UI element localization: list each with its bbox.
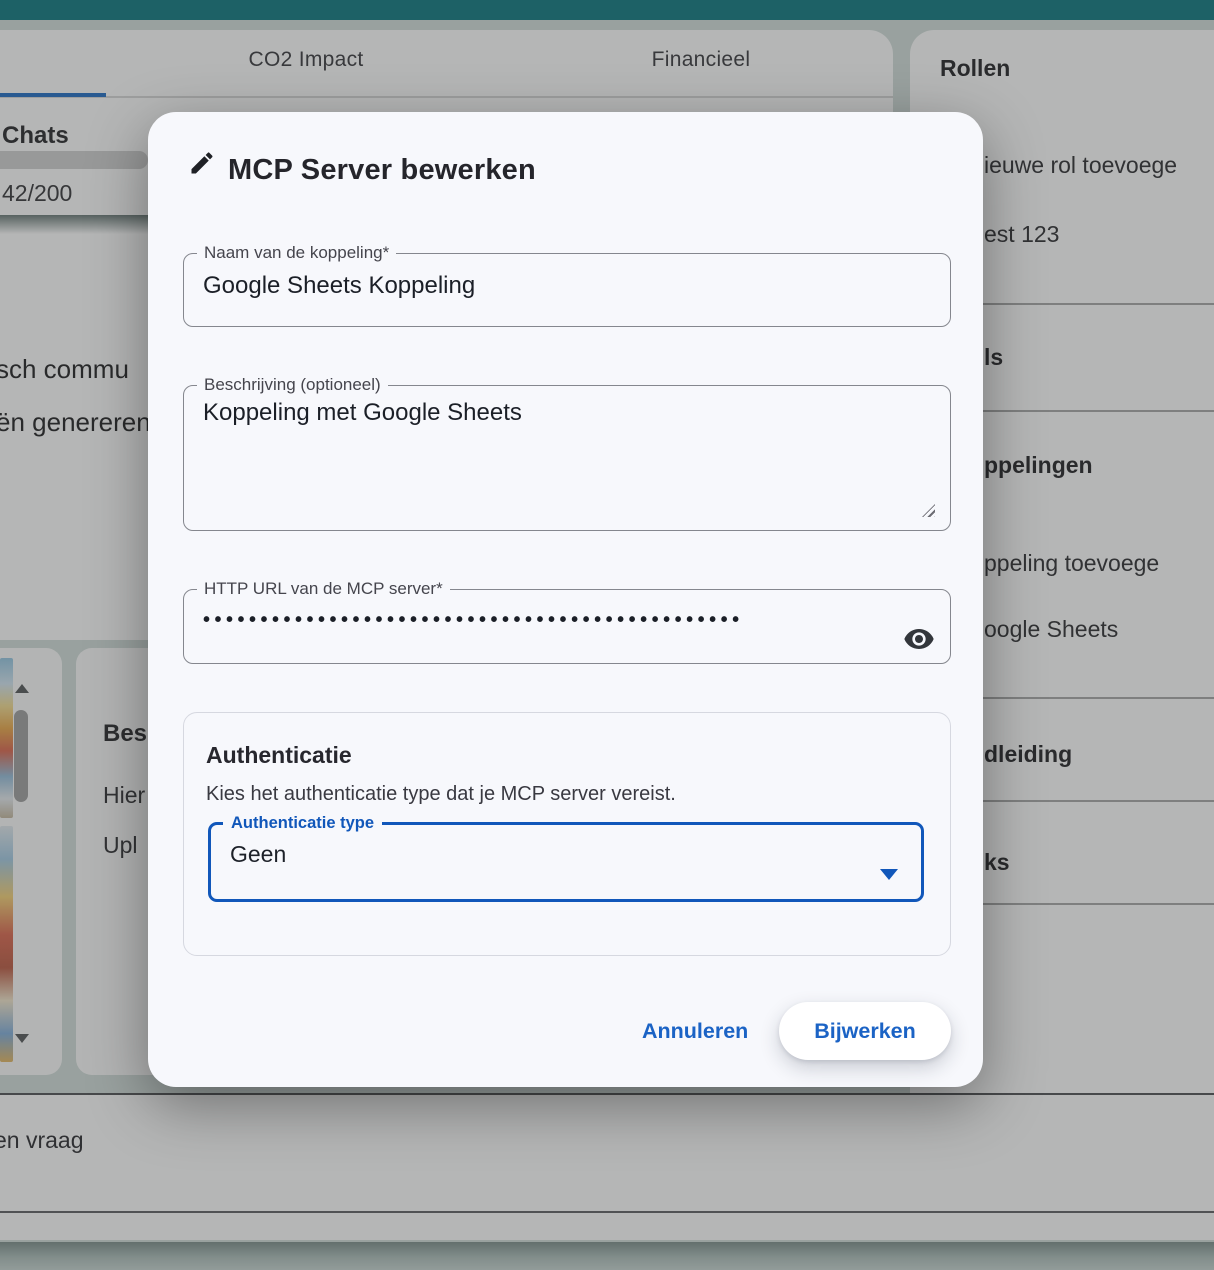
- update-button[interactable]: Bijwerken: [779, 1002, 951, 1060]
- screen: CO2 Impact Financieel Chats 42/200 sch c…: [0, 0, 1214, 1270]
- auth-type-select-label: Authenticatie type: [223, 814, 382, 833]
- description-field: Beschrijving (optioneel) Koppeling met G…: [183, 375, 951, 531]
- name-input[interactable]: [203, 272, 913, 300]
- cancel-button[interactable]: Annuleren: [618, 1009, 772, 1054]
- url-masked-input[interactable]: [203, 609, 873, 632]
- textarea-resize-handle-icon[interactable]: [922, 504, 935, 517]
- url-field: HTTP URL van de MCP server*: [183, 579, 951, 664]
- chevron-down-icon: [880, 869, 898, 880]
- url-field-label: HTTP URL van de MCP server*: [197, 579, 450, 599]
- edit-pencil-icon: [188, 149, 216, 177]
- eye-icon: [903, 643, 935, 658]
- description-textarea[interactable]: Koppeling met Google Sheets: [203, 399, 903, 504]
- description-field-label: Beschrijving (optioneel): [197, 375, 388, 395]
- dialog-title: MCP Server bewerken: [228, 154, 536, 187]
- authentication-description: Kies het authenticatie type dat je MCP s…: [206, 783, 676, 806]
- name-field-label: Naam van de koppeling*: [197, 243, 396, 263]
- authentication-heading: Authenticatie: [206, 742, 352, 769]
- toggle-visibility-button[interactable]: [900, 621, 938, 659]
- mcp-server-edit-dialog: MCP Server bewerken Naam van de koppelin…: [148, 112, 983, 1087]
- auth-type-select[interactable]: Authenticatie type Geen: [208, 814, 924, 902]
- authentication-section: Authenticatie Kies het authenticatie typ…: [183, 712, 951, 956]
- name-field: Naam van de koppeling*: [183, 243, 951, 327]
- auth-type-selected-value: Geen: [230, 841, 921, 868]
